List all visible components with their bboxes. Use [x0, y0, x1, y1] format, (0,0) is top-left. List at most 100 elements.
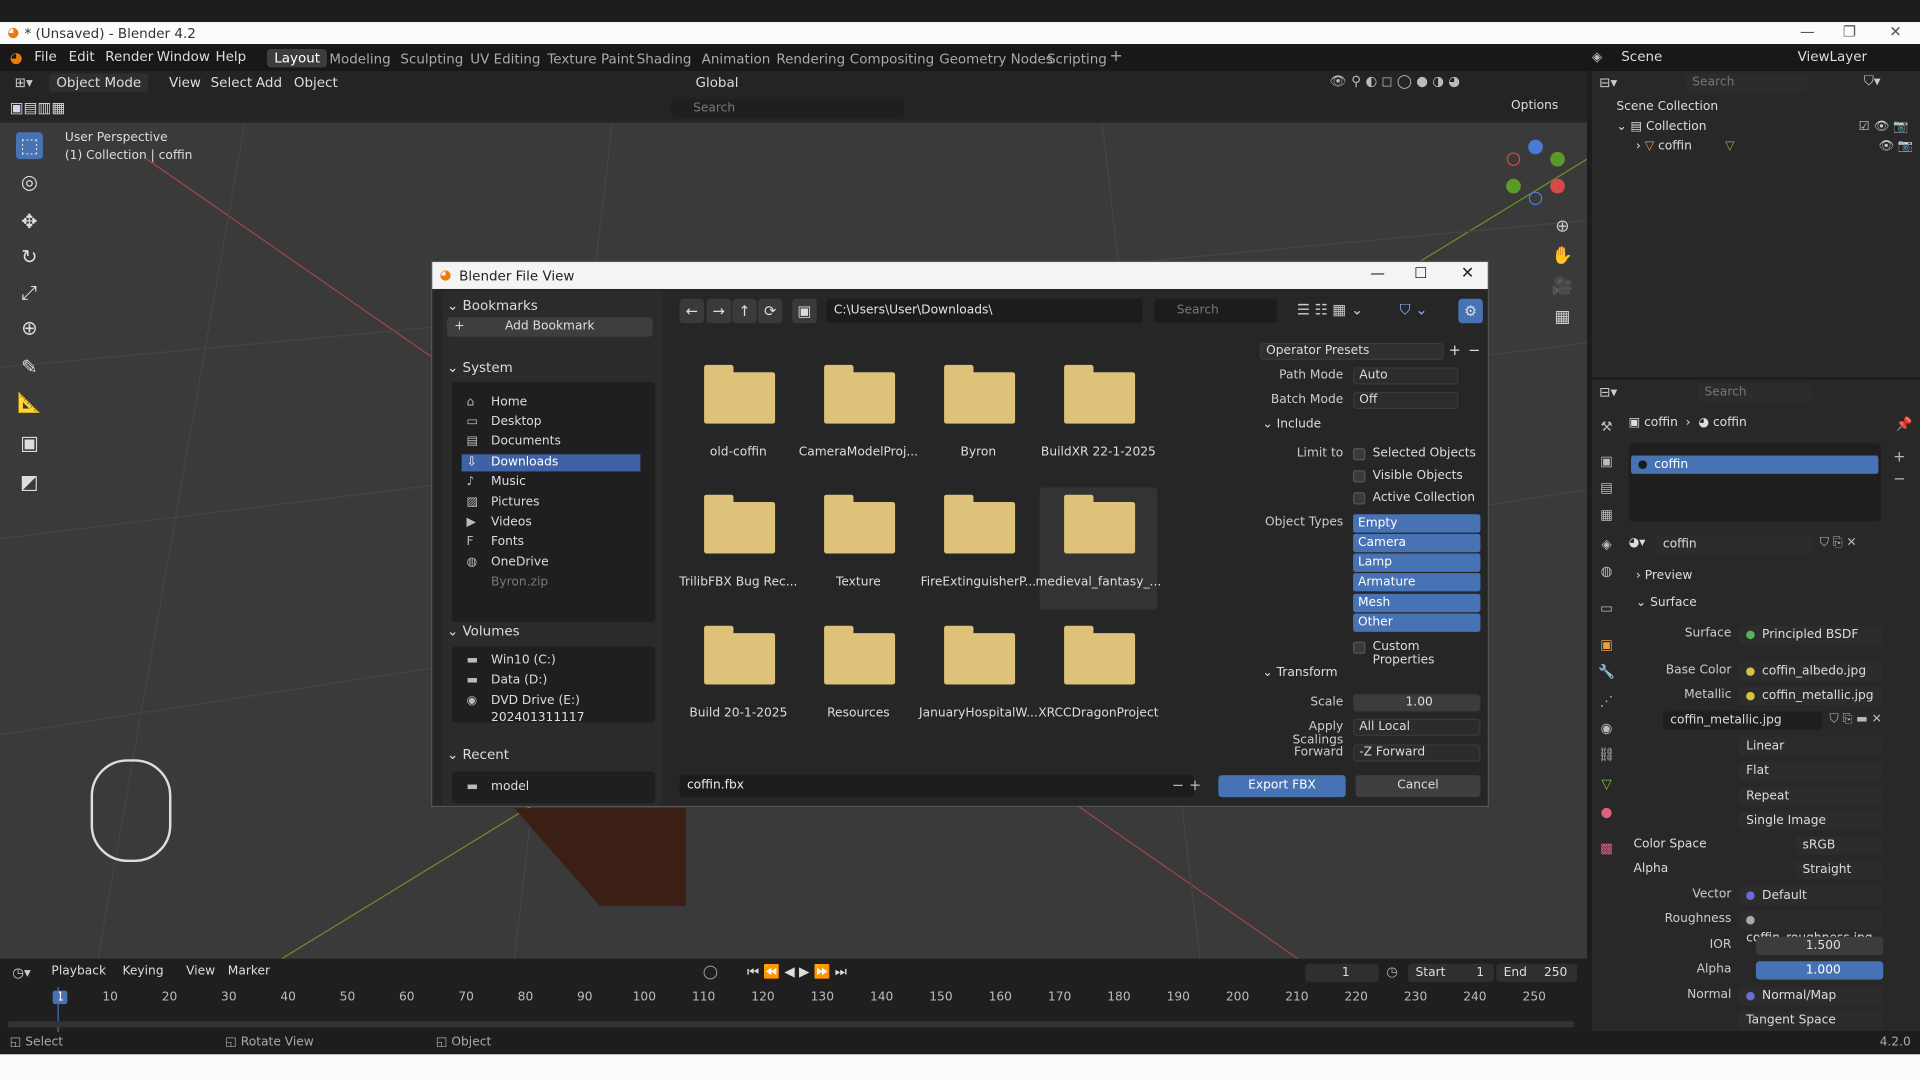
projection-select[interactable]: Flat [1738, 761, 1884, 781]
system-item-fonts[interactable]: F Fonts [462, 534, 641, 551]
alpha-input[interactable]: 1.000 [1755, 961, 1884, 980]
extra-tool-icon[interactable]: ◩ [16, 469, 43, 496]
tab-geometry-nodes[interactable]: Geometry Nodes [939, 51, 1053, 67]
constraints-tab-icon[interactable]: ⛓ [1597, 747, 1617, 767]
add-cube-icon[interactable]: ▣ [16, 430, 43, 457]
operator-presets-select[interactable]: Operator Presets [1260, 342, 1444, 361]
slot-remove-icon[interactable]: − [1893, 470, 1905, 487]
scene-tab-icon[interactable]: ◈ [1597, 536, 1617, 556]
bookmarks-header[interactable]: ⌄ Bookmarks [447, 298, 538, 314]
pan-hand-icon[interactable]: ✋ [1550, 244, 1574, 268]
record-icon[interactable]: ◯ [703, 964, 718, 980]
refresh-icon[interactable]: ⟳ [757, 298, 783, 324]
menu-edit[interactable]: Edit [69, 49, 95, 65]
remove-preset-icon[interactable]: − [1468, 342, 1480, 359]
dialog-minimize-icon[interactable]: — [1370, 264, 1385, 281]
world-tab-icon[interactable]: ◍ [1597, 563, 1617, 583]
tab-layout[interactable]: Layout [266, 48, 328, 68]
select-box-icon[interactable]: ⬚ [15, 132, 43, 160]
mode-select[interactable]: Object Mode [48, 73, 149, 92]
menu-window[interactable]: Window [157, 49, 210, 65]
playback-controls-icons[interactable]: ⏮ ⏪ ◀ ▶ ⏩ ⏭ [747, 964, 847, 981]
pin-icon[interactable]: 📌 [1896, 416, 1913, 432]
volume-item-e[interactable]: ◉ DVD Drive (E:) 202401311117 [462, 693, 655, 725]
folder-item[interactable]: TrilibFBX Bug Rec... [679, 487, 797, 609]
tangent-space-select[interactable]: Tangent Space [1738, 1011, 1884, 1030]
type-empty-toggle[interactable]: Empty [1353, 514, 1481, 533]
material-tab-icon[interactable]: ● [1597, 804, 1617, 824]
ior-input[interactable]: 1.500 [1755, 936, 1884, 956]
system-item-home[interactable]: ⌂ Home [462, 394, 641, 411]
tab-sculpting[interactable]: Sculpting [400, 51, 463, 67]
cancel-button[interactable]: Cancel [1355, 775, 1481, 798]
object-visibility-icons[interactable]: 👁 📷 [1878, 140, 1913, 153]
folder-item[interactable]: Texture [800, 487, 918, 609]
folder-item[interactable]: Build 20-1-2025 [680, 618, 798, 740]
recent-item-model[interactable]: ▬ model [462, 779, 641, 796]
system-header[interactable]: ⌄ System [447, 360, 513, 376]
tab-rendering[interactable]: Rendering [776, 51, 845, 67]
selection-mode-icons[interactable]: ▣▤▥▦ [10, 99, 66, 116]
settings-gear-icon[interactable]: ⚙ [1458, 298, 1483, 324]
new-folder-icon[interactable]: ▣ [792, 298, 817, 324]
parent-dir-icon[interactable]: ↑ [732, 298, 757, 324]
material-name-field[interactable]: coffin [1655, 535, 1813, 554]
volumes-header[interactable]: ⌄ Volumes [447, 623, 520, 639]
material-browse-icon[interactable]: ◕▾ [1629, 536, 1646, 549]
system-item-onedrive[interactable]: ◍ OneDrive [462, 555, 641, 572]
add-bookmark-button[interactable]: + Add Bookmark [446, 317, 653, 337]
minimize-icon[interactable]: — [1800, 23, 1815, 40]
active-collection-checkbox[interactable] [1353, 492, 1366, 505]
navigation-gizmo[interactable] [1501, 135, 1574, 208]
tool-tab-icon[interactable]: ⚒ [1597, 419, 1617, 439]
system-item-videos[interactable]: ▶ Videos [462, 514, 641, 531]
interpolation-select[interactable]: Linear [1738, 737, 1884, 756]
image-actions-icons[interactable]: ⛉ ⎘ ▬ ✕ [1829, 713, 1882, 726]
end-frame-field[interactable]: End 250 [1496, 963, 1578, 983]
scene-icon[interactable]: ◈ [1592, 49, 1602, 65]
zoom-icon[interactable]: ⊕ [1550, 214, 1574, 238]
folder-item[interactable]: Resources [800, 618, 918, 740]
tab-shading[interactable]: Shading [637, 51, 692, 67]
outliner-filter-icon[interactable]: ⛉▾ [1864, 73, 1881, 90]
alpha-mode-select[interactable]: Straight [1795, 860, 1884, 880]
blender-menu-icon[interactable]: ◕ [10, 49, 23, 66]
annotate-icon[interactable]: ✎ [16, 354, 43, 381]
timeline-view-menu[interactable]: View [186, 965, 215, 978]
output-tab-icon[interactable]: ▤ [1597, 480, 1617, 500]
orientation-select[interactable]: Global [696, 75, 739, 91]
current-frame-input[interactable]: 1 [1305, 963, 1379, 983]
filename-input[interactable]: coffin.fbx [679, 775, 1194, 798]
type-other-toggle[interactable]: Other [1353, 613, 1481, 632]
type-mesh-toggle[interactable]: Mesh [1353, 593, 1481, 613]
tab-animation[interactable]: Animation [702, 51, 771, 67]
forward-select[interactable]: -Z Forward [1353, 744, 1481, 762]
folder-item[interactable]: Byron [920, 358, 1038, 480]
extension-select[interactable]: Repeat [1738, 787, 1884, 806]
data-tab-icon[interactable]: ▽ [1597, 776, 1617, 796]
color-space-select[interactable]: sRGB [1795, 836, 1884, 855]
folder-item[interactable]: JanuaryHospitalW... [919, 618, 1038, 740]
vector-field[interactable]: Default [1738, 886, 1884, 905]
type-lamp-toggle[interactable]: Lamp [1353, 553, 1481, 572]
viewport-overlay-icons[interactable]: 👁 ⚲ ◐ ◻ ◯ ● ◑ ◕ [1330, 73, 1460, 89]
transform-icon[interactable]: ⊕ [16, 315, 43, 342]
system-item-pictures[interactable]: ▨ Pictures [462, 495, 641, 512]
timeline-editor-icon[interactable]: ◷▾ [12, 965, 31, 981]
custom-properties-checkbox[interactable] [1353, 641, 1366, 654]
tab-modeling[interactable]: Modeling [329, 51, 390, 67]
scene-selector[interactable]: Scene [1621, 49, 1662, 65]
tab-compositing[interactable]: Compositing [850, 51, 934, 67]
scene-collection[interactable]: Scene Collection [1616, 100, 1718, 113]
folder-item[interactable]: old-coffin [680, 358, 798, 480]
forward-icon[interactable]: → [706, 298, 732, 324]
source-select[interactable]: Single Image [1738, 811, 1884, 831]
path-mode-select[interactable]: Auto [1353, 367, 1459, 385]
selected-objects-checkbox[interactable] [1353, 448, 1366, 461]
dialog-close-icon[interactable]: ✕ [1461, 264, 1474, 282]
transform-header[interactable]: ⌄ Transform [1262, 666, 1337, 679]
properties-search[interactable]: Search [1697, 383, 1813, 402]
type-camera-toggle[interactable]: Camera [1353, 533, 1481, 553]
select-menu[interactable]: Select [211, 75, 253, 91]
cursor-icon[interactable]: ◎ [16, 169, 43, 196]
